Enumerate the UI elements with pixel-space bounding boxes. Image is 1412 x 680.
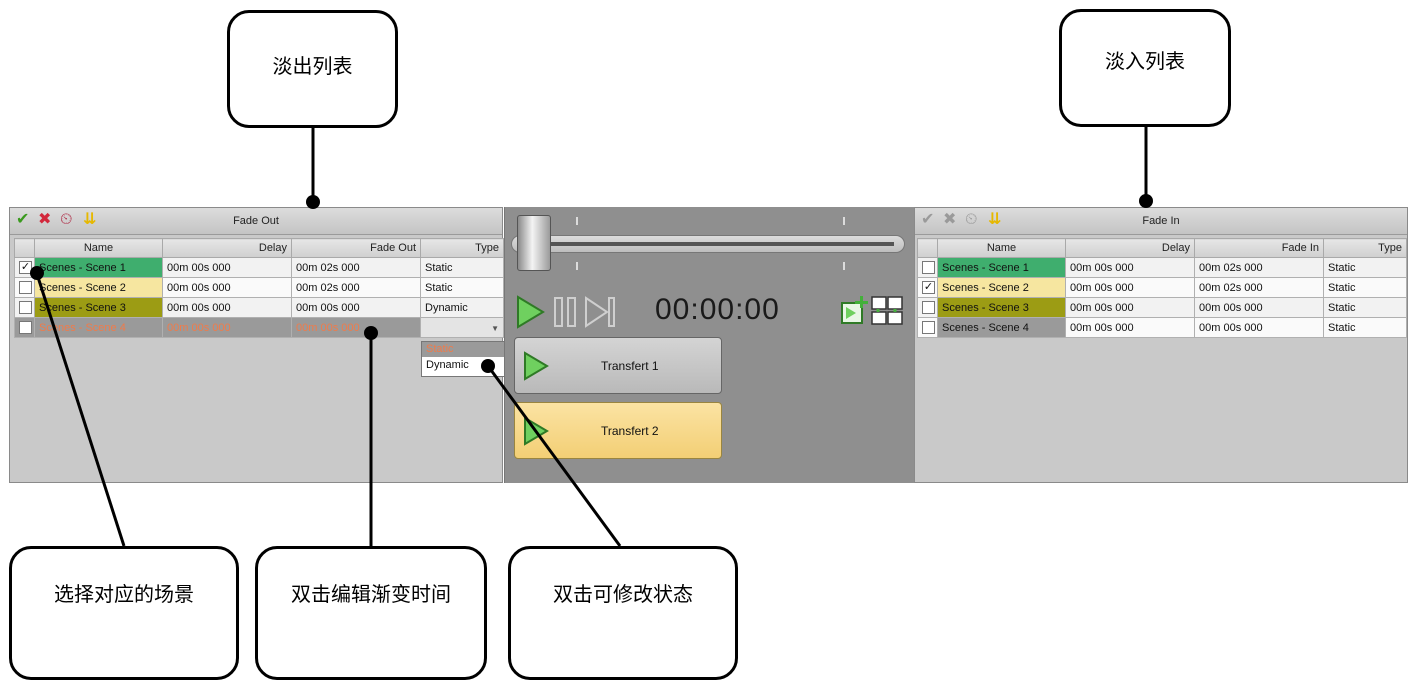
fade-out-title-bar: ✔ ✖ ⏲ ⇊ Fade Out [10, 208, 502, 235]
col-header-fade[interactable]: Fade Out [291, 238, 421, 258]
transfer-1-button[interactable]: Transfert 1 [514, 337, 722, 394]
type-cell[interactable]: Static [420, 257, 504, 278]
scene-name-cell[interactable]: Scenes - Scene 3 [34, 297, 163, 318]
fade-cell[interactable]: 00m 02s 000 [1194, 277, 1324, 298]
fader-tick-top-left [576, 217, 578, 225]
fade-out-table: Name Delay Fade Out Type ✓ Scenes - Scen… [14, 238, 504, 338]
table-row[interactable]: Scenes - Scene 4 00m 00s 000 00m 00s 000… [917, 317, 1407, 338]
row-checkbox[interactable] [19, 281, 32, 294]
fade-cell[interactable]: 00m 02s 000 [1194, 257, 1324, 278]
type-dropdown-list[interactable]: Static Dynamic [421, 341, 505, 377]
scene-name-cell[interactable]: Scenes - Scene 1 [937, 257, 1066, 278]
fade-out-title: Fade Out [233, 215, 279, 227]
callout-edit-fade-time: 双击编辑渐变时间 [255, 546, 487, 680]
fade-cell[interactable]: 00m 02s 000 [291, 277, 421, 298]
fade-in-title: Fade In [1142, 215, 1180, 227]
table-row[interactable]: Scenes - Scene 2 00m 00s 000 00m 02s 000… [14, 277, 504, 298]
col-header-delay[interactable]: Delay [1065, 238, 1195, 258]
fader-handle[interactable] [517, 215, 551, 271]
col-header-check [917, 238, 938, 258]
table-row[interactable]: Scenes - Scene 3 00m 00s 000 00m 00s 000… [917, 297, 1407, 318]
row-checkbox[interactable]: ✓ [19, 261, 32, 274]
row-checkbox[interactable] [922, 301, 935, 314]
table-row[interactable]: ✓ Scenes - Scene 1 00m 00s 000 00m 02s 0… [14, 257, 504, 278]
scene-name-cell[interactable]: Scenes - Scene 4 [937, 317, 1066, 338]
fade-cell[interactable]: 00m 00s 000 [291, 297, 421, 318]
scene-name-cell[interactable]: Scenes - Scene 3 [937, 297, 1066, 318]
delay-cell[interactable]: 00m 00s 000 [1065, 317, 1195, 338]
transfer-1-label: Transfert 1 [601, 359, 659, 373]
col-header-name[interactable]: Name [34, 238, 163, 258]
col-header-delay[interactable]: Delay [162, 238, 292, 258]
type-cell[interactable]: Static [1323, 317, 1407, 338]
fade-cell[interactable]: 00m 02s 000 [291, 257, 421, 278]
transport-panel: 00:00:00 Transfert 1 Transfert 2 [504, 207, 916, 483]
row-checkbox[interactable] [922, 261, 935, 274]
delay-cell[interactable]: 00m 00s 000 [162, 257, 292, 278]
callout-edit-state: 双击可修改状态 [508, 546, 738, 680]
play-button[interactable] [515, 295, 545, 334]
col-header-check [14, 238, 35, 258]
fade-in-title-bar: ✔ ✖ ⏲ ⇊ Fade In [915, 208, 1407, 235]
pause-button[interactable] [553, 295, 579, 334]
fade-in-table: Name Delay Fade In Type Scenes - Scene 1… [917, 238, 1407, 338]
fade-in-panel: ✔ ✖ ⏲ ⇊ Fade In Name Delay Fade In Type … [914, 207, 1408, 483]
row-checkbox[interactable] [922, 321, 935, 334]
play-icon [524, 416, 549, 446]
delay-cell[interactable]: 00m 00s 000 [162, 317, 292, 338]
delay-cell[interactable]: 00m 00s 000 [1065, 257, 1195, 278]
next-button[interactable] [584, 295, 618, 334]
type-cell[interactable]: Static [1323, 257, 1407, 278]
play-icon [524, 351, 549, 381]
transfer-list-icon[interactable] [870, 293, 906, 332]
callout-select-scene: 选择对应的场景 [9, 546, 239, 680]
table-row[interactable]: Scenes - Scene 3 00m 00s 000 00m 00s 000… [14, 297, 504, 318]
dropdown-option-static[interactable]: Static [422, 342, 504, 357]
table-row[interactable]: Scenes - Scene 1 00m 00s 000 00m 02s 000… [917, 257, 1407, 278]
delay-cell[interactable]: 00m 00s 000 [162, 277, 292, 298]
fader-tick-bottom-left [576, 262, 578, 270]
table-row[interactable]: ✓ Scenes - Scene 2 00m 00s 000 00m 02s 0… [917, 277, 1407, 298]
scene-name-cell[interactable]: Scenes - Scene 2 [937, 277, 1066, 298]
transfer-2-button[interactable]: Transfert 2 [514, 402, 722, 459]
fade-out-panel: ✔ ✖ ⏲ ⇊ Fade Out Name Delay Fade Out Typ… [9, 207, 505, 483]
fader-track[interactable] [511, 235, 905, 253]
row-checkbox[interactable]: ✓ [922, 281, 935, 294]
type-cell[interactable]: Dynamic [420, 297, 504, 318]
fade-cell[interactable]: 00m 00s 000 [291, 317, 421, 338]
type-cell[interactable]: Static [1323, 297, 1407, 318]
chevron-down-icon[interactable]: ▼ [491, 324, 499, 333]
col-header-name[interactable]: Name [937, 238, 1066, 258]
callout-fade-out-list: 淡出列表 [227, 10, 398, 128]
table-row[interactable]: Scenes - Scene 4 00m 00s 000 00m 00s 000… [14, 317, 504, 338]
delay-cell[interactable]: 00m 00s 000 [1065, 277, 1195, 298]
scene-name-cell[interactable]: Scenes - Scene 1 [34, 257, 163, 278]
col-header-type[interactable]: Type [1323, 238, 1407, 258]
add-transfer-icon[interactable] [840, 293, 870, 332]
scene-name-cell[interactable]: Scenes - Scene 2 [34, 277, 163, 298]
delay-cell[interactable]: 00m 00s 000 [162, 297, 292, 318]
row-checkbox[interactable] [19, 301, 32, 314]
fader-tick-bottom-right [843, 262, 845, 270]
time-display: 00:00:00 [655, 293, 780, 326]
fade-cell[interactable]: 00m 00s 000 [1194, 317, 1324, 338]
col-header-fade[interactable]: Fade In [1194, 238, 1324, 258]
fader-tick-top-right [843, 217, 845, 225]
type-dropdown[interactable]: ▼ [420, 317, 504, 338]
callout-fade-in-list: 淡入列表 [1059, 9, 1231, 127]
col-header-type[interactable]: Type [420, 238, 504, 258]
type-cell[interactable]: Static [1323, 277, 1407, 298]
scene-name-cell[interactable]: Scenes - Scene 4 [34, 317, 163, 338]
transfer-2-label: Transfert 2 [601, 424, 659, 438]
type-cell[interactable]: Static [420, 277, 504, 298]
fade-cell[interactable]: 00m 00s 000 [1194, 297, 1324, 318]
delay-cell[interactable]: 00m 00s 000 [1065, 297, 1195, 318]
dropdown-option-dynamic[interactable]: Dynamic [422, 357, 504, 373]
row-checkbox[interactable] [19, 321, 32, 334]
